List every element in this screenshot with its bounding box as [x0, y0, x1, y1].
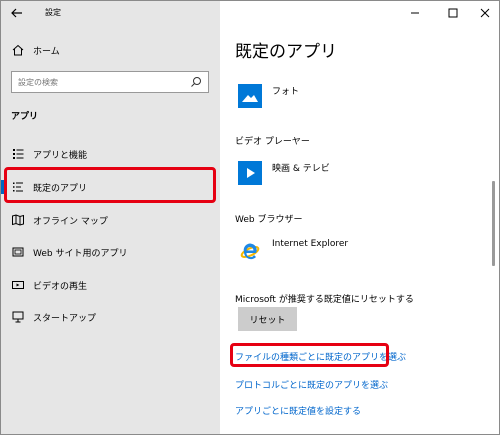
reset-description: Microsoft が推奨する既定値にリセットする — [235, 295, 414, 305]
highlight-file-type-link — [230, 343, 389, 367]
content-pane: 既定のアプリ フォト ビデオ プレーヤー 映画 & テレビ Web ブラウザー — [220, 1, 499, 434]
navigation-pane: 設定 ホーム アプリ アプリと機能 — [1, 1, 220, 434]
nav-home-label: ホーム — [33, 47, 60, 57]
close-icon[interactable] — [476, 5, 494, 21]
settings-window: 設定 ホーム アプリ アプリと機能 — [0, 0, 500, 435]
internet-explorer-icon — [238, 239, 262, 263]
search-input[interactable] — [12, 72, 188, 92]
photos-app-name: フォト — [272, 87, 300, 97]
sidebar-item-label: Web サイト用のアプリ — [33, 249, 128, 259]
video-app-name: 映画 & テレビ — [272, 164, 330, 174]
highlight-default-apps — [4, 167, 216, 203]
section-heading: アプリ — [11, 112, 39, 122]
reset-button[interactable]: リセット — [238, 307, 297, 331]
sidebar-item-offline-maps[interactable]: オフライン マップ — [1, 207, 220, 233]
back-arrow-icon[interactable] — [9, 5, 25, 21]
photos-icon — [238, 84, 262, 108]
minimize-icon[interactable] — [406, 5, 424, 21]
title-bar: 設定 — [1, 1, 220, 25]
sidebar-item-label: スタートアップ — [33, 314, 97, 324]
photos-app-button[interactable] — [238, 84, 262, 108]
window-title: 設定 — [45, 8, 61, 17]
video-app-button[interactable] — [238, 161, 262, 185]
page-title: 既定のアプリ — [235, 42, 337, 62]
movies-tv-icon — [238, 161, 262, 185]
startup-icon — [12, 311, 24, 323]
video-playback-icon — [12, 281, 24, 289]
sidebar-item-video-playback[interactable]: ビデオの再生 — [1, 272, 220, 298]
sidebar-item-label: ビデオの再生 — [33, 282, 88, 292]
maximize-icon[interactable] — [444, 5, 462, 21]
search-icon[interactable] — [190, 76, 202, 88]
sidebar-item-startup[interactable]: スタートアップ — [1, 304, 220, 330]
offline-maps-icon — [12, 214, 24, 226]
browser-app-name: Internet Explorer — [272, 239, 349, 249]
link-set-defaults-by-app[interactable]: アプリごとに既定値を設定する — [235, 404, 361, 417]
sidebar-item-apps-for-websites[interactable]: Web サイト用のアプリ — [1, 239, 220, 265]
sidebar-item-label: オフライン マップ — [33, 217, 108, 227]
browser-app-button[interactable] — [238, 239, 262, 263]
home-icon — [12, 44, 24, 56]
apps-features-icon — [13, 149, 24, 159]
link-default-apps-by-protocol[interactable]: プロトコルごとに既定のアプリを選ぶ — [235, 378, 388, 391]
apps-for-websites-icon — [12, 247, 24, 257]
video-player-label: ビデオ プレーヤー — [235, 137, 310, 147]
web-browser-label: Web ブラウザー — [235, 215, 303, 225]
nav-home[interactable]: ホーム — [1, 37, 220, 63]
scrollbar[interactable] — [492, 181, 495, 266]
search-box[interactable] — [11, 71, 209, 93]
sidebar-item-apps-features[interactable]: アプリと機能 — [1, 141, 220, 167]
sidebar-item-label: アプリと機能 — [33, 151, 88, 161]
